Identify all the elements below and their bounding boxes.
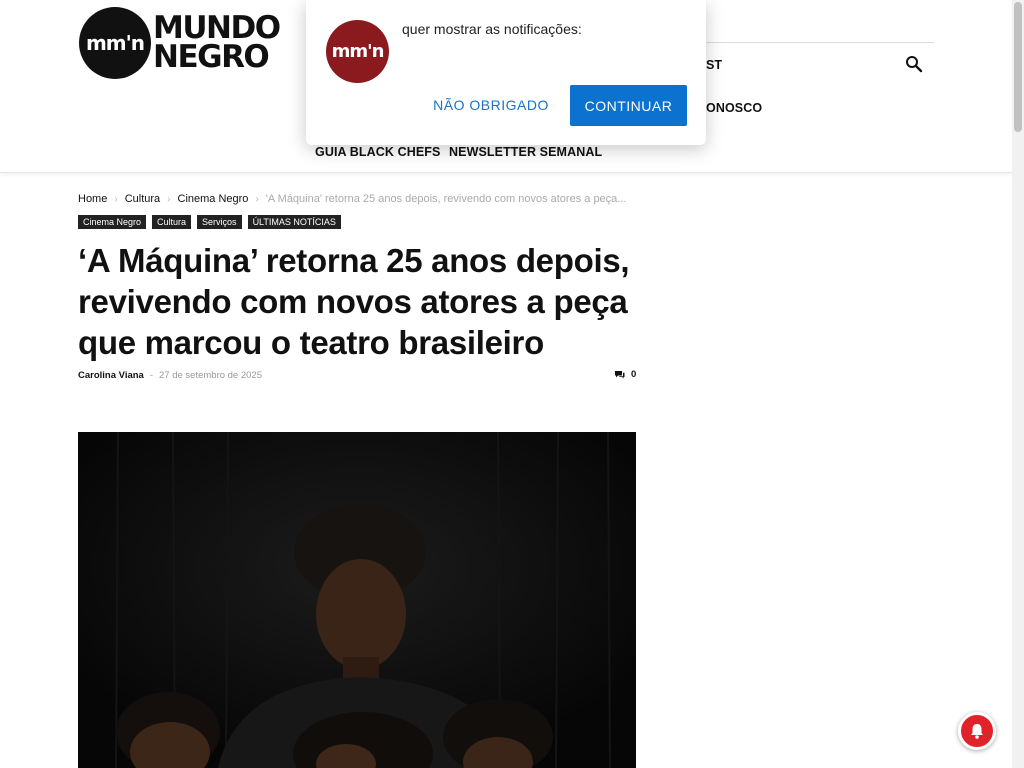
logo-mark: mm'n (79, 7, 151, 79)
breadcrumb-separator: › (114, 193, 118, 205)
breadcrumb-cinema-negro[interactable]: Cinema Negro (178, 193, 249, 205)
logo-line-2: NEGRO (153, 39, 270, 75)
breadcrumb-separator: › (255, 193, 259, 205)
article-meta: Carolina Viana - 27 de setembro de 2025 (78, 370, 262, 381)
article-title: ‘A Máquina’ retorna 25 anos depois, revi… (78, 242, 630, 361)
nav-item-partial-1[interactable]: ST (706, 58, 722, 72)
nav-item-newsletter[interactable]: NEWSLETTER SEMANAL (449, 145, 602, 159)
nav-item-guia-black-chefs[interactable]: GUIA BLACK CHEFS (315, 145, 440, 159)
decline-button[interactable]: NÃO OBRIGADO (430, 85, 552, 125)
breadcrumb-home[interactable]: Home (78, 193, 107, 205)
logo-wordmark: MUNDO NEGRO (153, 13, 281, 75)
breadcrumb: Home › Cultura › Cinema Negro › 'A Máqui… (78, 193, 626, 205)
breadcrumb-current: 'A Máquina' retorna 25 anos depois, revi… (265, 193, 627, 205)
nav-item-partial-2[interactable]: ONOSCO (706, 101, 762, 115)
hero-photo (78, 432, 636, 768)
comment-icon (615, 371, 625, 379)
comments-count: 0 (631, 369, 637, 380)
scrollbar-thumb[interactable] (1014, 2, 1022, 132)
search-icon[interactable] (905, 55, 923, 73)
continue-button[interactable]: CONTINUAR (570, 85, 687, 126)
article-date: 27 de setembro de 2025 (159, 370, 262, 381)
bell-icon (971, 724, 983, 739)
notification-permission-popup: mm'n quer mostrar as notificações: NÃO O… (306, 0, 706, 145)
tag-ultimas-noticias[interactable]: ÚLTIMAS NOTÍCIAS (247, 215, 341, 229)
page-scrollbar[interactable] (1012, 0, 1024, 768)
category-tags: Cinema Negro Cultura Serviços ÚLTIMAS NO… (78, 215, 347, 229)
article-author[interactable]: Carolina Viana (78, 370, 144, 381)
popup-logo: mm'n (326, 20, 389, 83)
tag-cinema-negro[interactable]: Cinema Negro (78, 215, 147, 229)
article-hero-image (78, 432, 636, 768)
notification-bell-button[interactable] (958, 712, 996, 750)
tag-servicos[interactable]: Serviços (197, 215, 242, 229)
breadcrumb-cultura[interactable]: Cultura (125, 193, 160, 205)
comments-link[interactable]: 0 (614, 369, 636, 380)
site-logo[interactable]: mm'n MUNDO NEGRO (79, 7, 281, 79)
popup-message: quer mostrar as notificações: (402, 21, 582, 37)
tag-cultura[interactable]: Cultura (152, 215, 192, 229)
breadcrumb-separator: › (167, 193, 171, 205)
meta-separator: - (149, 370, 153, 381)
